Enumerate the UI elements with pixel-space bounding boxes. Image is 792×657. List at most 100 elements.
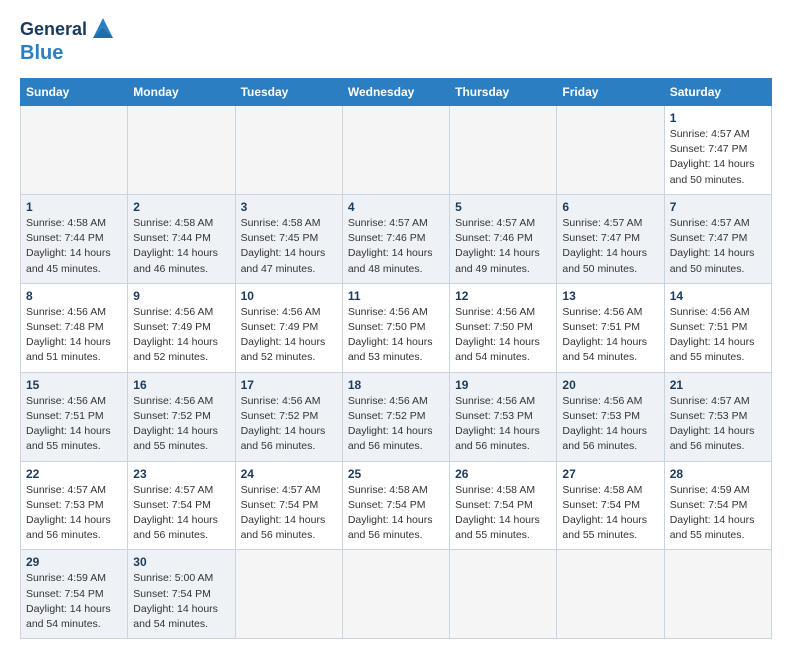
day-info: Sunrise: 4:57 AM Sunset: 7:47 PM Dayligh… (562, 216, 658, 277)
day-number: 27 (562, 467, 658, 481)
calendar-day-cell (342, 550, 449, 639)
sunset-label: Sunset: 7:51 PM (26, 410, 104, 422)
daylight-label: Daylight: 14 hours and 52 minutes. (133, 336, 218, 363)
daylight-label: Daylight: 14 hours and 52 minutes. (241, 336, 326, 363)
sunrise-label: Sunrise: 4:58 AM (455, 484, 535, 496)
sunrise-label: Sunrise: 4:56 AM (241, 395, 321, 407)
sunrise-label: Sunrise: 4:57 AM (670, 395, 750, 407)
sunset-label: Sunset: 7:47 PM (670, 143, 748, 155)
sunrise-label: Sunrise: 4:56 AM (562, 395, 642, 407)
day-info: Sunrise: 4:57 AM Sunset: 7:46 PM Dayligh… (348, 216, 444, 277)
sunset-label: Sunset: 7:54 PM (133, 499, 211, 511)
daylight-label: Daylight: 14 hours and 56 minutes. (241, 425, 326, 452)
daylight-label: Daylight: 14 hours and 56 minutes. (455, 425, 540, 452)
daylight-label: Daylight: 14 hours and 46 minutes. (133, 247, 218, 274)
day-number: 9 (133, 289, 229, 303)
sunrise-label: Sunrise: 4:59 AM (670, 484, 750, 496)
sunrise-label: Sunrise: 4:56 AM (26, 395, 106, 407)
day-info: Sunrise: 4:56 AM Sunset: 7:51 PM Dayligh… (26, 394, 122, 455)
sunset-label: Sunset: 7:53 PM (670, 410, 748, 422)
sunset-label: Sunset: 7:47 PM (562, 232, 640, 244)
daylight-label: Daylight: 14 hours and 48 minutes. (348, 247, 433, 274)
sunrise-label: Sunrise: 4:57 AM (562, 217, 642, 229)
sunset-label: Sunset: 7:44 PM (133, 232, 211, 244)
day-info: Sunrise: 4:56 AM Sunset: 7:48 PM Dayligh… (26, 305, 122, 366)
day-number: 17 (241, 378, 337, 392)
sunrise-label: Sunrise: 4:56 AM (348, 306, 428, 318)
day-info: Sunrise: 4:59 AM Sunset: 7:54 PM Dayligh… (26, 571, 122, 632)
calendar-day-cell: 27 Sunrise: 4:58 AM Sunset: 7:54 PM Dayl… (557, 461, 664, 550)
day-number: 25 (348, 467, 444, 481)
calendar-day-cell: 24 Sunrise: 4:57 AM Sunset: 7:54 PM Dayl… (235, 461, 342, 550)
day-number: 30 (133, 555, 229, 569)
logo: General Blue (20, 18, 117, 64)
day-number: 16 (133, 378, 229, 392)
day-info: Sunrise: 4:58 AM Sunset: 7:44 PM Dayligh… (133, 216, 229, 277)
calendar-day-cell: 2 Sunrise: 4:58 AM Sunset: 7:44 PM Dayli… (128, 194, 235, 283)
day-number: 1 (670, 111, 766, 125)
day-number: 14 (670, 289, 766, 303)
day-info: Sunrise: 4:57 AM Sunset: 7:53 PM Dayligh… (26, 483, 122, 544)
day-info: Sunrise: 4:56 AM Sunset: 7:50 PM Dayligh… (455, 305, 551, 366)
sunrise-label: Sunrise: 4:57 AM (26, 484, 106, 496)
calendar-day-cell (664, 550, 771, 639)
daylight-label: Daylight: 14 hours and 56 minutes. (562, 425, 647, 452)
col-sunday: Sunday (21, 79, 128, 106)
daylight-label: Daylight: 14 hours and 50 minutes. (670, 158, 755, 185)
day-info: Sunrise: 4:57 AM Sunset: 7:54 PM Dayligh… (133, 483, 229, 544)
sunrise-label: Sunrise: 4:57 AM (133, 484, 213, 496)
sunset-label: Sunset: 7:54 PM (562, 499, 640, 511)
day-number: 6 (562, 200, 658, 214)
calendar-week-row: 22 Sunrise: 4:57 AM Sunset: 7:53 PM Dayl… (21, 461, 772, 550)
sunset-label: Sunset: 7:46 PM (348, 232, 426, 244)
day-info: Sunrise: 4:56 AM Sunset: 7:53 PM Dayligh… (562, 394, 658, 455)
calendar-day-cell: 15 Sunrise: 4:56 AM Sunset: 7:51 PM Dayl… (21, 372, 128, 461)
calendar-day-cell: 4 Sunrise: 4:57 AM Sunset: 7:46 PM Dayli… (342, 194, 449, 283)
calendar-day-cell: 9 Sunrise: 4:56 AM Sunset: 7:49 PM Dayli… (128, 283, 235, 372)
sunset-label: Sunset: 7:51 PM (670, 321, 748, 333)
sunrise-label: Sunrise: 4:57 AM (348, 217, 428, 229)
sunrise-label: Sunrise: 5:00 AM (133, 572, 213, 584)
day-info: Sunrise: 4:57 AM Sunset: 7:46 PM Dayligh… (455, 216, 551, 277)
calendar-day-cell: 30 Sunrise: 5:00 AM Sunset: 7:54 PM Dayl… (128, 550, 235, 639)
sunset-label: Sunset: 7:54 PM (26, 588, 104, 600)
sunset-label: Sunset: 7:46 PM (455, 232, 533, 244)
sunrise-label: Sunrise: 4:58 AM (348, 484, 428, 496)
header: General Blue (20, 18, 772, 64)
calendar-day-cell: 7 Sunrise: 4:57 AM Sunset: 7:47 PM Dayli… (664, 194, 771, 283)
day-info: Sunrise: 4:56 AM Sunset: 7:50 PM Dayligh… (348, 305, 444, 366)
calendar-week-row: 15 Sunrise: 4:56 AM Sunset: 7:51 PM Dayl… (21, 372, 772, 461)
daylight-label: Daylight: 14 hours and 55 minutes. (455, 514, 540, 541)
daylight-label: Daylight: 14 hours and 54 minutes. (455, 336, 540, 363)
sunrise-label: Sunrise: 4:56 AM (455, 395, 535, 407)
sunset-label: Sunset: 7:44 PM (26, 232, 104, 244)
daylight-label: Daylight: 14 hours and 56 minutes. (348, 425, 433, 452)
day-info: Sunrise: 4:58 AM Sunset: 7:44 PM Dayligh… (26, 216, 122, 277)
sunset-label: Sunset: 7:47 PM (670, 232, 748, 244)
col-friday: Friday (557, 79, 664, 106)
daylight-label: Daylight: 14 hours and 45 minutes. (26, 247, 111, 274)
calendar-day-cell: 29 Sunrise: 4:59 AM Sunset: 7:54 PM Dayl… (21, 550, 128, 639)
sunset-label: Sunset: 7:52 PM (348, 410, 426, 422)
col-wednesday: Wednesday (342, 79, 449, 106)
calendar-day-cell: 8 Sunrise: 4:56 AM Sunset: 7:48 PM Dayli… (21, 283, 128, 372)
day-number: 22 (26, 467, 122, 481)
logo-icon (89, 14, 117, 42)
daylight-label: Daylight: 14 hours and 51 minutes. (26, 336, 111, 363)
sunrise-label: Sunrise: 4:58 AM (133, 217, 213, 229)
sunset-label: Sunset: 7:54 PM (241, 499, 319, 511)
day-info: Sunrise: 4:56 AM Sunset: 7:49 PM Dayligh… (241, 305, 337, 366)
calendar-day-cell (450, 106, 557, 195)
daylight-label: Daylight: 14 hours and 55 minutes. (670, 336, 755, 363)
day-info: Sunrise: 4:56 AM Sunset: 7:52 PM Dayligh… (348, 394, 444, 455)
day-number: 28 (670, 467, 766, 481)
sunset-label: Sunset: 7:52 PM (133, 410, 211, 422)
sunrise-label: Sunrise: 4:56 AM (241, 306, 321, 318)
day-number: 5 (455, 200, 551, 214)
day-number: 8 (26, 289, 122, 303)
daylight-label: Daylight: 14 hours and 55 minutes. (670, 514, 755, 541)
calendar-day-cell: 28 Sunrise: 4:59 AM Sunset: 7:54 PM Dayl… (664, 461, 771, 550)
day-number: 29 (26, 555, 122, 569)
calendar-day-cell: 14 Sunrise: 4:56 AM Sunset: 7:51 PM Dayl… (664, 283, 771, 372)
calendar-day-cell: 18 Sunrise: 4:56 AM Sunset: 7:52 PM Dayl… (342, 372, 449, 461)
